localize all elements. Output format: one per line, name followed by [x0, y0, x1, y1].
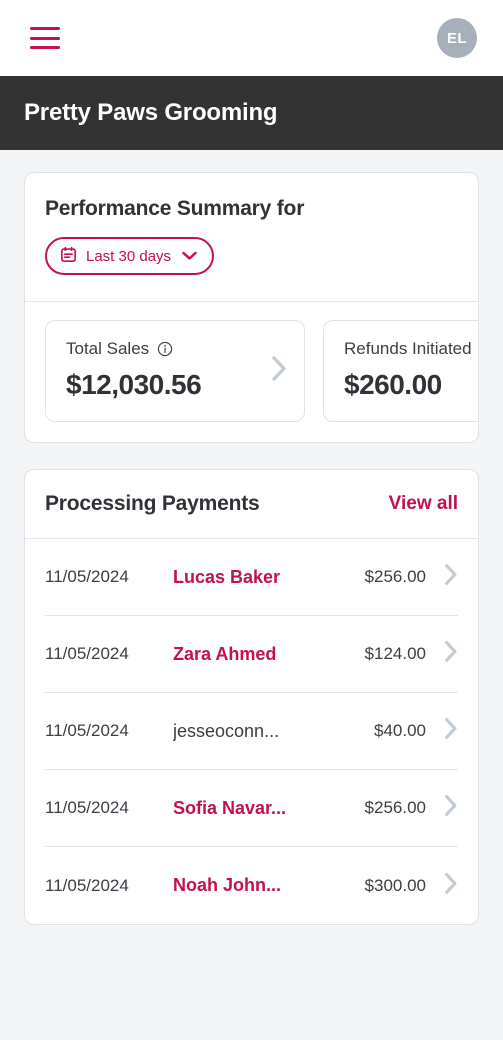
table-row[interactable]: 11/05/2024 jesseoconn... $40.00 — [45, 693, 458, 770]
calendar-icon — [60, 246, 77, 266]
business-title-bar: Pretty Paws Grooming — [0, 76, 503, 150]
table-row[interactable]: 11/05/2024 Lucas Baker $256.00 — [45, 539, 458, 616]
stat-label-row: Total Sales — [66, 339, 288, 359]
chevron-right-icon — [444, 563, 458, 591]
hamburger-menu-icon[interactable] — [30, 27, 60, 49]
payment-amount: $300.00 — [364, 875, 426, 895]
payment-amount: $124.00 — [364, 644, 426, 663]
performance-summary-heading: Performance Summary for — [45, 197, 305, 220]
stat-label: Refunds Initiated — [344, 339, 472, 358]
performance-summary-header: Performance Summary for Last 30 days — [25, 173, 478, 302]
view-all-link[interactable]: View all — [389, 493, 458, 515]
payment-date: 11/05/2024 — [45, 798, 129, 817]
performance-summary-card: Performance Summary for Last 30 days Tot… — [24, 172, 479, 443]
payment-customer[interactable]: Lucas Baker — [173, 567, 365, 588]
avatar[interactable]: EL — [437, 18, 477, 58]
table-row[interactable]: 11/05/2024 Noah John... $300.00 — [45, 847, 458, 924]
chevron-down-icon — [182, 249, 197, 264]
payments-list: 11/05/2024 Lucas Baker $256.00 11/05/202… — [25, 539, 478, 924]
payment-amount: $40.00 — [374, 721, 426, 740]
payment-amount: $256.00 — [364, 798, 426, 817]
table-row[interactable]: 11/05/2024 Zara Ahmed $124.00 — [45, 616, 458, 693]
payment-customer[interactable]: Zara Ahmed — [173, 644, 365, 665]
chevron-right-icon — [271, 355, 288, 387]
page-content: Performance Summary for Last 30 days Tot… — [0, 150, 503, 925]
payment-customer: jesseoconn... — [173, 720, 280, 741]
stat-label-row: Refunds Initiated — [344, 339, 478, 359]
hamburger-bar — [30, 46, 60, 49]
table-row[interactable]: 11/05/2024 Sofia Navar... $256.00 — [45, 770, 458, 847]
chevron-right-icon — [444, 717, 458, 745]
hamburger-bar — [30, 27, 60, 30]
chevron-right-icon — [444, 640, 458, 668]
stat-label: Total Sales — [66, 339, 150, 358]
chevron-right-icon — [444, 872, 458, 900]
processing-payments-header: Processing Payments View all — [25, 470, 478, 539]
payment-date: 11/05/2024 — [45, 875, 129, 895]
payment-amount: $256.00 — [364, 567, 426, 586]
payment-date: 11/05/2024 — [45, 567, 129, 586]
stat-card-refunds-initiated[interactable]: Refunds Initiated $260.00 — [323, 320, 478, 422]
chevron-right-icon — [444, 794, 458, 822]
payment-date: 11/05/2024 — [45, 721, 129, 740]
info-icon[interactable] — [157, 341, 173, 357]
stats-scroller[interactable]: Total Sales $12,030.56 Refunds Initiated… — [25, 302, 478, 442]
processing-payments-card: Processing Payments View all 11/05/2024 … — [24, 469, 479, 925]
payment-customer[interactable]: Noah John... — [173, 875, 365, 896]
stat-card-total-sales[interactable]: Total Sales $12,030.56 — [45, 320, 305, 422]
date-range-filter[interactable]: Last 30 days — [45, 237, 215, 275]
stat-value: $260.00 — [344, 369, 442, 400]
avatar-initials: EL — [447, 29, 467, 47]
app-bar: EL — [0, 0, 503, 76]
hamburger-bar — [30, 36, 60, 40]
stat-value: $12,030.56 — [66, 369, 202, 400]
processing-payments-heading: Processing Payments — [45, 492, 260, 515]
page-title: Pretty Paws Grooming — [24, 99, 278, 126]
date-range-label: Last 30 days — [86, 247, 172, 265]
payment-customer[interactable]: Sofia Navar... — [173, 798, 365, 819]
payment-date: 11/05/2024 — [45, 644, 129, 663]
